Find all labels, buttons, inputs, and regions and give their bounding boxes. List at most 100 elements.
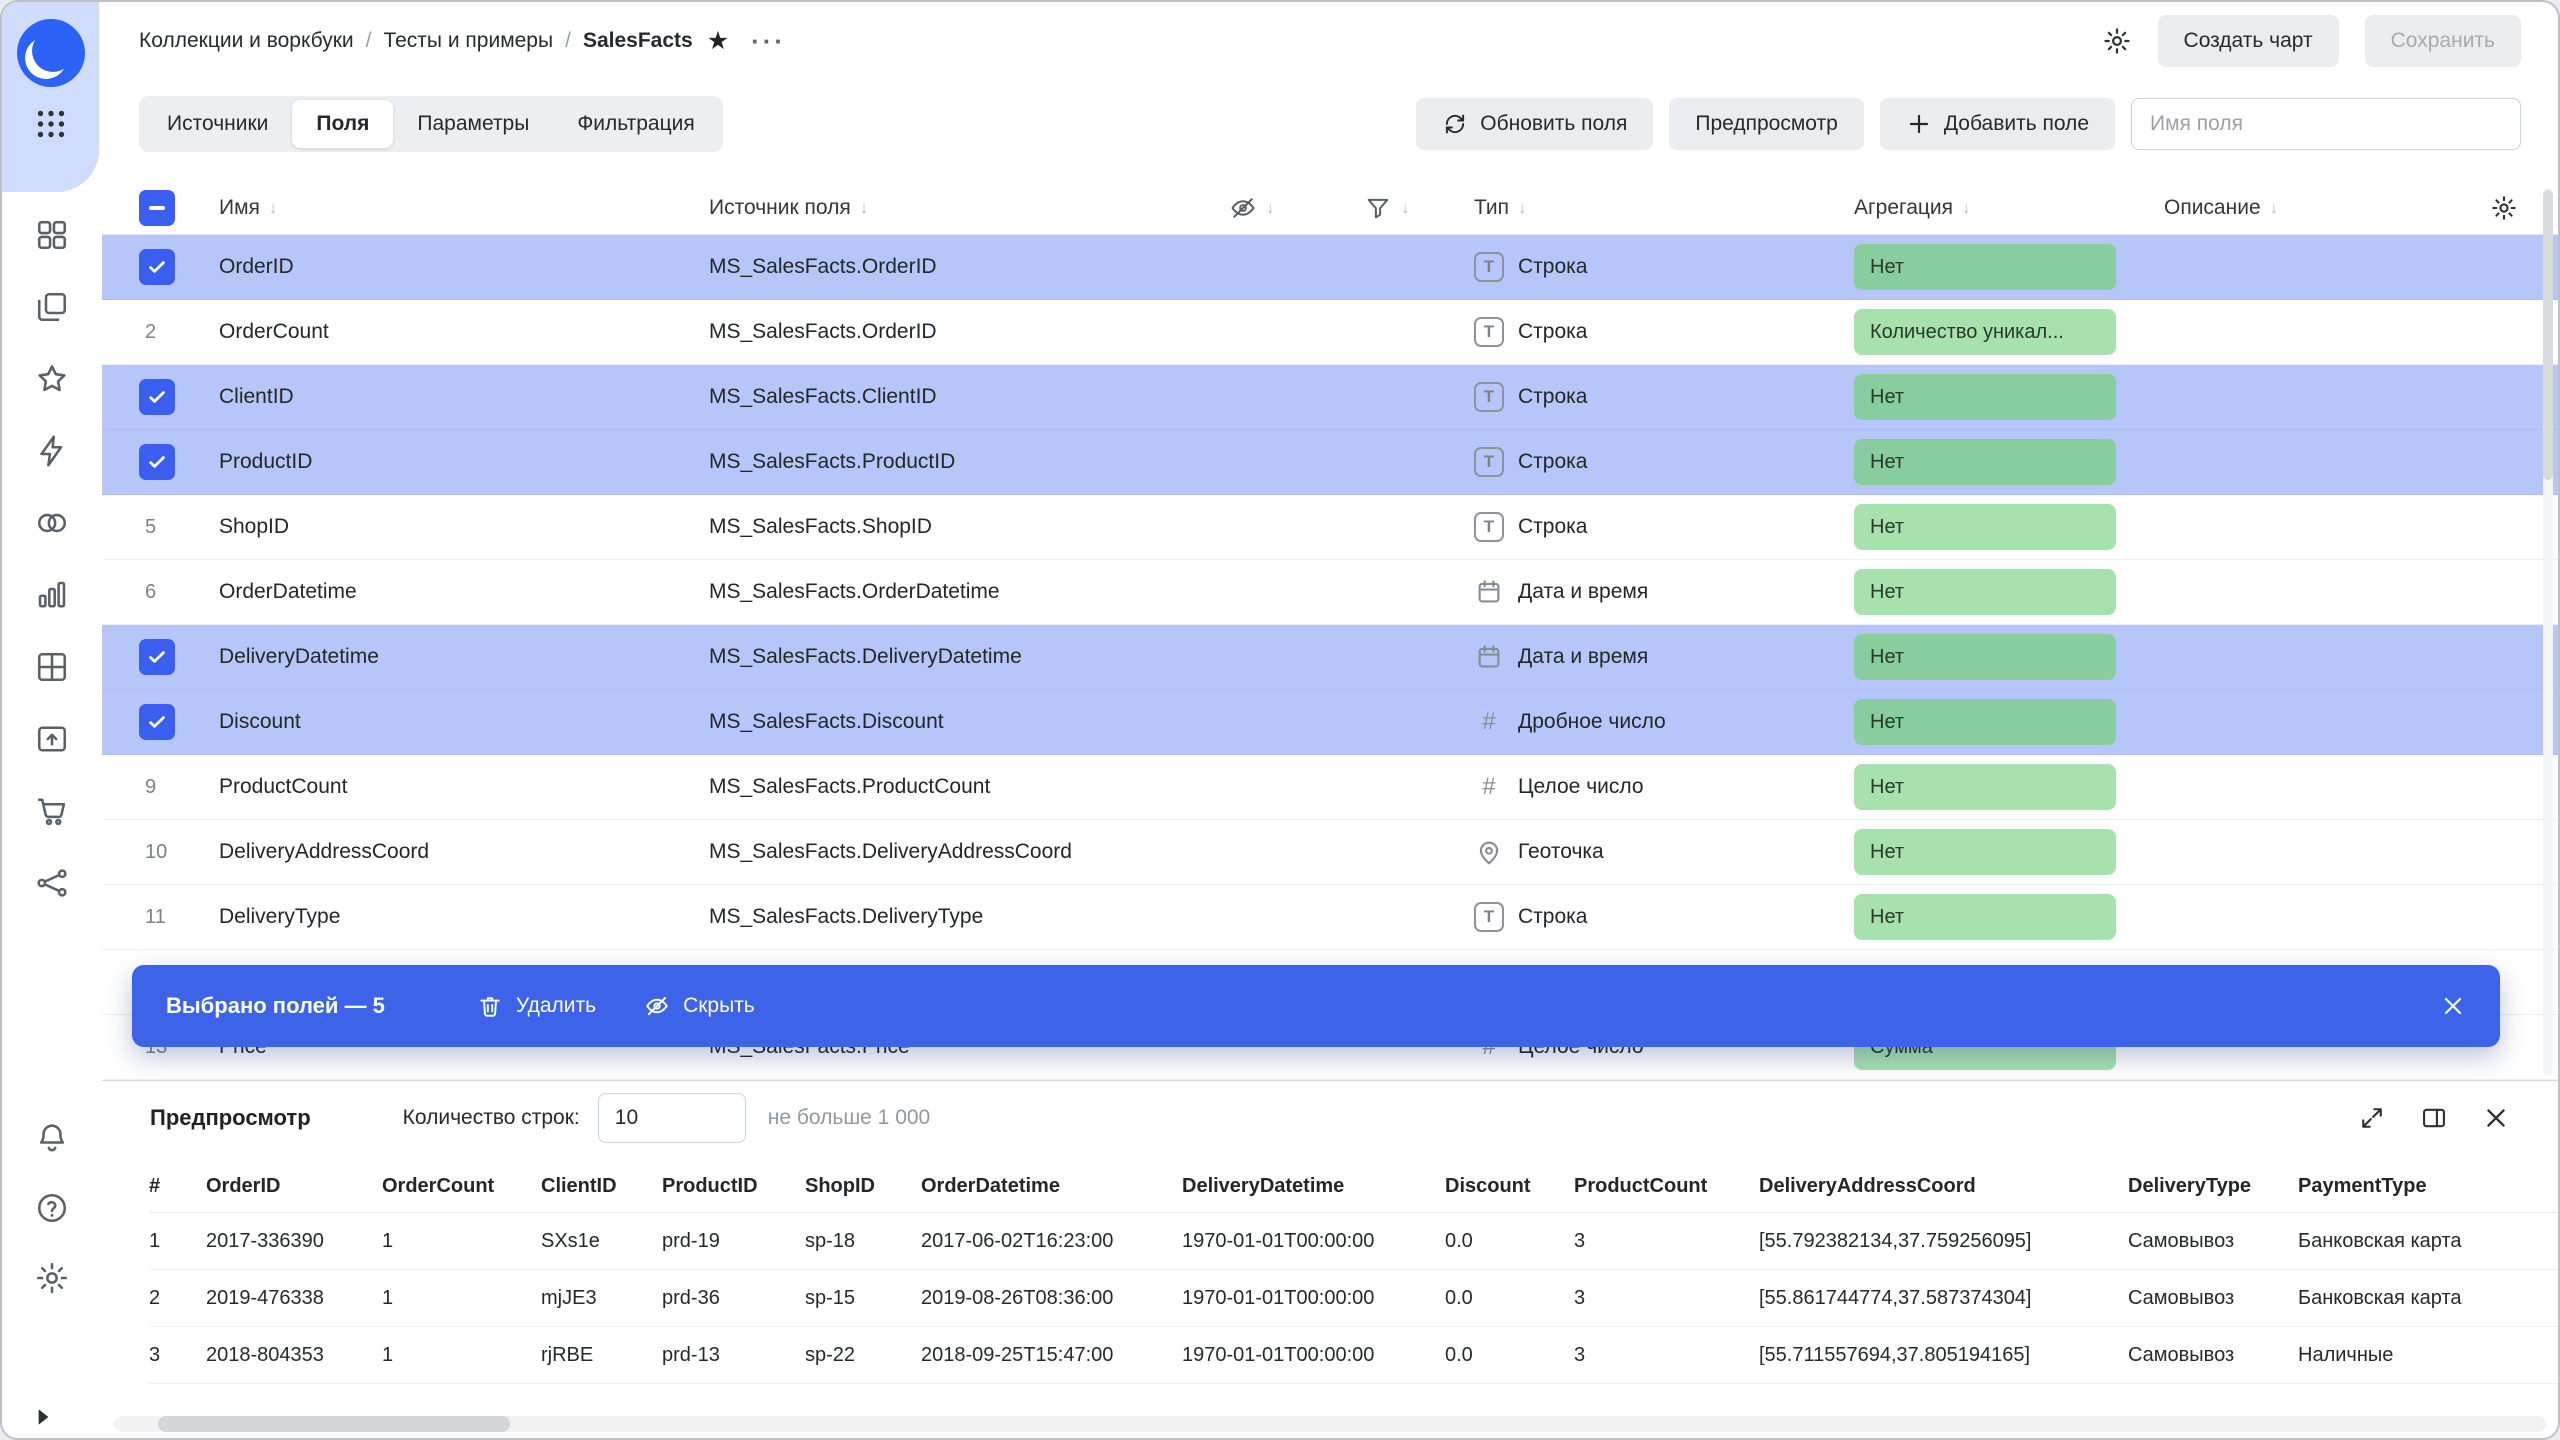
preview-cell: 2: [149, 1287, 206, 1310]
charts-icon[interactable]: [34, 577, 70, 613]
collections-icon[interactable]: [34, 289, 70, 325]
monitoring-icon[interactable]: [34, 505, 70, 541]
field-type[interactable]: TСтрока: [1474, 252, 1854, 282]
close-selection-toolbar-button[interactable]: [2440, 993, 2466, 1019]
select-all-checkbox[interactable]: [139, 190, 175, 226]
hide-selected-button[interactable]: Скрыть: [644, 993, 755, 1019]
more-menu-icon[interactable]: ···: [751, 28, 786, 54]
vertical-scrollbar[interactable]: [2543, 188, 2553, 1076]
column-header-aggregation[interactable]: Агрегация↓: [1854, 196, 2164, 220]
field-row[interactable]: DiscountMS_SalesFacts.Discount#Дробное ч…: [102, 690, 2558, 755]
field-row[interactable]: 9ProductCountMS_SalesFacts.ProductCount#…: [102, 755, 2558, 820]
preview-column-header: ClientID: [541, 1175, 662, 1198]
field-type[interactable]: TСтрока: [1474, 317, 1854, 347]
field-name: OrderCount: [219, 320, 709, 344]
services-icon[interactable]: [34, 865, 70, 901]
column-header-description[interactable]: Описание↓: [2164, 196, 2454, 220]
field-row[interactable]: ClientIDMS_SalesFacts.ClientIDTСтрокаНет: [102, 365, 2558, 430]
aggregation-badge[interactable]: Нет: [1854, 699, 2116, 745]
refresh-fields-button[interactable]: Обновить поля: [1416, 98, 1653, 150]
aggregation-badge[interactable]: Нет: [1854, 764, 2116, 810]
field-row[interactable]: OrderIDMS_SalesFacts.OrderIDTСтрокаНет: [102, 235, 2558, 300]
aggregation-badge[interactable]: Количество уникал...: [1854, 309, 2116, 355]
row-checkbox-checked[interactable]: [139, 379, 175, 415]
connections-icon[interactable]: [34, 433, 70, 469]
field-type[interactable]: Дата и время: [1474, 577, 1854, 607]
field-row[interactable]: 2OrderCountMS_SalesFacts.OrderIDTСтрокаК…: [102, 300, 2558, 365]
field-row[interactable]: ProductIDMS_SalesFacts.ProductIDTСтрокаН…: [102, 430, 2558, 495]
field-row[interactable]: 10DeliveryAddressCoordMS_SalesFacts.Deli…: [102, 820, 2558, 885]
aggregation-badge[interactable]: Нет: [1854, 894, 2116, 940]
preview-column-header: DeliveryAddressCoord: [1759, 1175, 2128, 1198]
aggregation-badge[interactable]: Нет: [1854, 504, 2116, 550]
aggregation-badge[interactable]: Нет: [1854, 244, 2116, 290]
close-preview-icon[interactable]: [2482, 1104, 2510, 1132]
tab-sources[interactable]: Источники: [143, 100, 292, 148]
field-source: MS_SalesFacts.OrderID: [709, 320, 1229, 344]
tab-filtering[interactable]: Фильтрация: [553, 100, 718, 148]
field-row[interactable]: 6OrderDatetimeMS_SalesFacts.OrderDatetim…: [102, 560, 2558, 625]
top-bar: Коллекции и воркбуки/Тесты и примеры/Sal…: [102, 2, 2558, 80]
column-header-name[interactable]: Имя↓: [219, 196, 709, 220]
preview-cell: 1970-01-01T00:00:00: [1182, 1287, 1445, 1310]
row-checkbox-checked[interactable]: [139, 249, 175, 285]
preview-column-header: ProductCount: [1574, 1175, 1759, 1198]
favorites-icon[interactable]: [34, 361, 70, 397]
field-type[interactable]: TСтрока: [1474, 902, 1854, 932]
field-source: MS_SalesFacts.DeliveryDatetime: [709, 645, 1229, 669]
add-field-button[interactable]: Добавить поле: [1880, 98, 2115, 150]
dashboards-icon[interactable]: [34, 217, 70, 253]
horizontal-scrollbar[interactable]: [114, 1416, 2546, 1432]
delete-selected-button[interactable]: Удалить: [477, 993, 596, 1019]
aggregation-badge[interactable]: Нет: [1854, 439, 2116, 485]
field-type[interactable]: Геоточка: [1474, 837, 1854, 867]
storage-icon[interactable]: [34, 721, 70, 757]
row-checkbox-checked[interactable]: [139, 639, 175, 675]
column-header-filter[interactable]: ↓: [1364, 194, 1474, 222]
marketplace-icon[interactable]: [34, 793, 70, 829]
field-row[interactable]: DeliveryDatetimeMS_SalesFacts.DeliveryDa…: [102, 625, 2558, 690]
field-type[interactable]: TСтрока: [1474, 382, 1854, 412]
horizontal-scrollbar-thumb[interactable]: [158, 1416, 510, 1432]
preview-toggle-button[interactable]: Предпросмотр: [1669, 98, 1863, 150]
aggregation-badge[interactable]: Нет: [1854, 634, 2116, 680]
favorite-star-icon[interactable]: ★: [707, 26, 729, 56]
field-row[interactable]: 5ShopIDMS_SalesFacts.ShopIDTСтрокаНет: [102, 495, 2558, 560]
field-name-search-input[interactable]: [2131, 98, 2521, 150]
field-type[interactable]: Дата и время: [1474, 642, 1854, 672]
save-button[interactable]: Сохранить: [2365, 15, 2521, 67]
row-count-input[interactable]: [598, 1093, 746, 1143]
column-header-source[interactable]: Источник поля↓: [709, 196, 1229, 220]
preview-cell: [55.861744774,37.587374304]: [1759, 1287, 2128, 1310]
column-header-type[interactable]: Тип↓: [1474, 196, 1854, 220]
row-checkbox-checked[interactable]: [139, 704, 175, 740]
notifications-icon[interactable]: [34, 1120, 70, 1156]
expand-sidebar-icon[interactable]: [30, 1404, 56, 1430]
apps-grid-icon[interactable]: [33, 106, 69, 142]
preview-cell: 3: [1574, 1344, 1759, 1367]
vertical-scrollbar-thumb[interactable]: [2543, 190, 2553, 480]
settings-icon[interactable]: [34, 1260, 70, 1296]
dataset-settings-gear-icon[interactable]: [2102, 26, 2132, 56]
field-type[interactable]: #Целое число: [1474, 773, 1854, 801]
field-type[interactable]: TСтрока: [1474, 512, 1854, 542]
row-checkbox-checked[interactable]: [139, 444, 175, 480]
field-type[interactable]: #Дробное число: [1474, 708, 1854, 736]
aggregation-badge[interactable]: Нет: [1854, 569, 2116, 615]
breadcrumb-item[interactable]: Коллекции и воркбуки: [139, 29, 354, 53]
column-header-hidden[interactable]: ↓: [1229, 194, 1364, 222]
table-settings-gear-icon[interactable]: [2490, 194, 2518, 222]
field-row[interactable]: 11DeliveryTypeMS_SalesFacts.DeliveryType…: [102, 885, 2558, 950]
dock-panel-icon[interactable]: [2420, 1104, 2448, 1132]
breadcrumb-item[interactable]: Тесты и примеры: [383, 29, 553, 53]
field-type[interactable]: TСтрока: [1474, 447, 1854, 477]
datalens-logo-icon[interactable]: [15, 17, 87, 89]
create-chart-button[interactable]: Создать чарт: [2158, 15, 2339, 67]
aggregation-badge[interactable]: Нет: [1854, 374, 2116, 420]
tab-fields[interactable]: Поля: [292, 100, 393, 148]
expand-preview-icon[interactable]: [2358, 1104, 2386, 1132]
aggregation-badge[interactable]: Нет: [1854, 829, 2116, 875]
tab-parameters[interactable]: Параметры: [393, 100, 553, 148]
help-icon[interactable]: [34, 1190, 70, 1226]
datasets-icon[interactable]: [34, 649, 70, 685]
